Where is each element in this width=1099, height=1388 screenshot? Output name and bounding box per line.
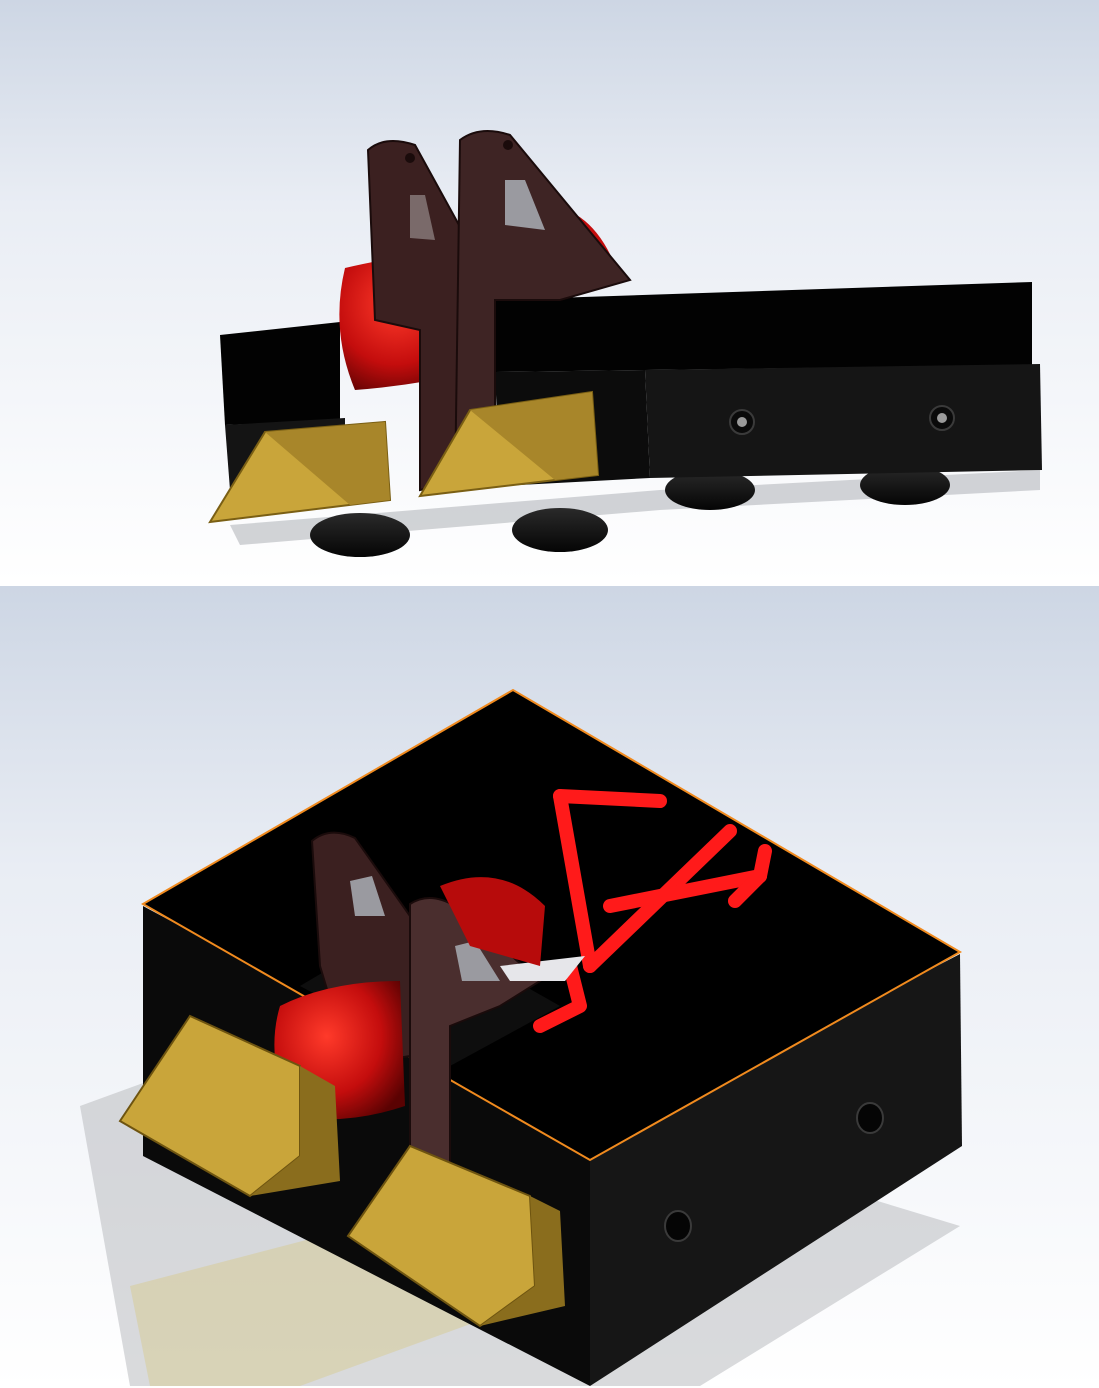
bolt-1-highlight [737,417,747,427]
viewport-side-view[interactable] [0,0,1099,582]
body-left-top [220,322,340,425]
pivot-right [503,140,513,150]
robot-side-view [208,130,1042,557]
pivot-left [405,153,415,163]
wheel-front-left [310,513,410,557]
bolt-2-highlight [937,413,947,423]
viewport-isometric-view[interactable] [0,586,1099,1388]
wheel-front-right [512,508,608,552]
body-right-side-face [645,364,1042,478]
side-hole-2 [856,1102,884,1134]
robot-isometric-view [80,688,963,1386]
side-hole-1 [664,1210,692,1242]
